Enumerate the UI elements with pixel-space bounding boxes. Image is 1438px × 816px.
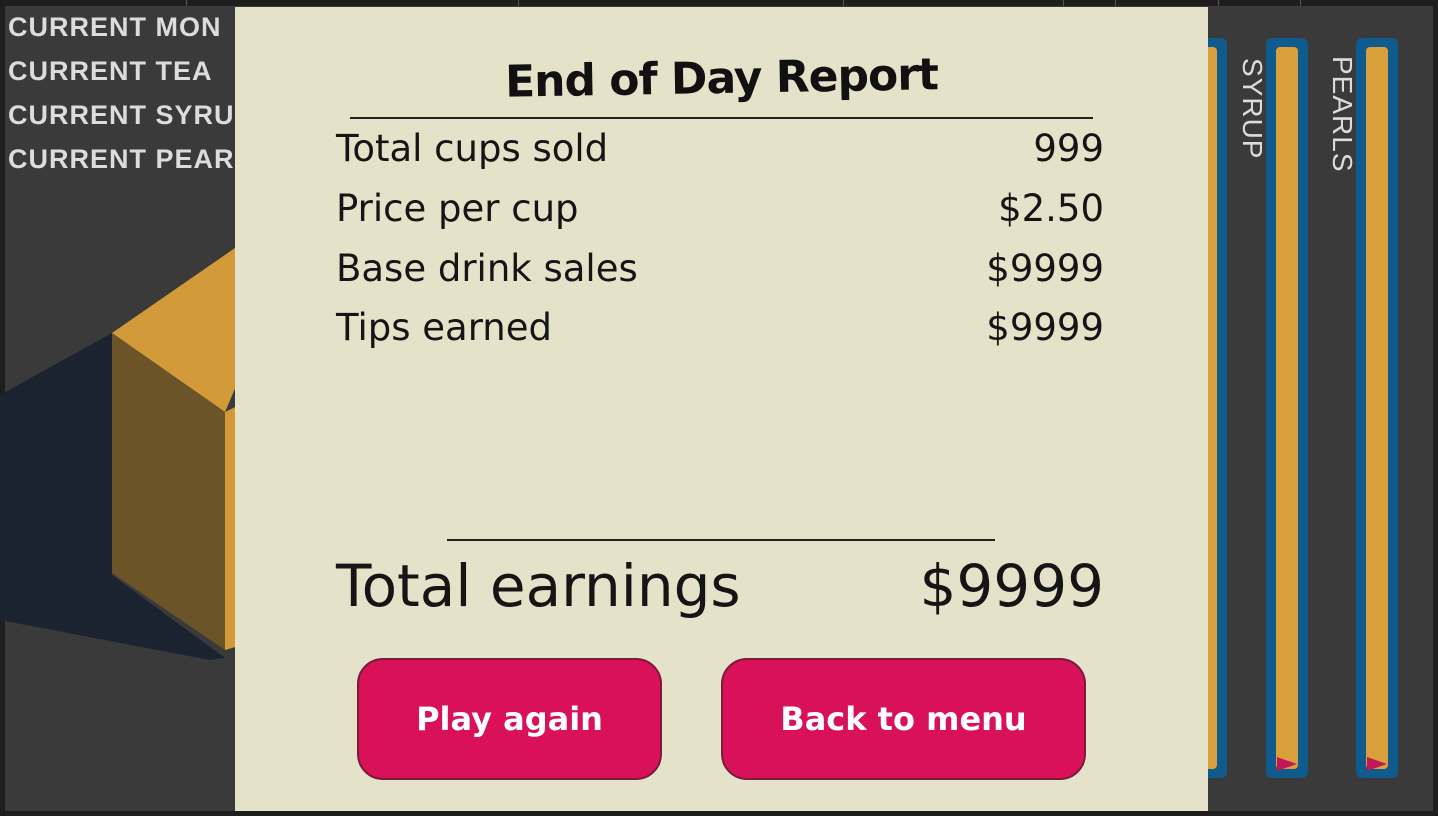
play-again-button[interactable]: Play again: [357, 658, 662, 780]
total-earnings-value: $9999: [919, 552, 1104, 620]
pearls-marker-icon: [1367, 757, 1387, 771]
row-value: $2.50: [998, 187, 1104, 230]
row-value: $9999: [986, 247, 1104, 290]
pearls-bar: [1356, 38, 1398, 778]
report-title: End of Day Report: [504, 49, 939, 108]
back-to-menu-button[interactable]: Back to menu: [721, 658, 1086, 780]
end-of-day-report-panel: End of Day Report Total cups sold 999 Pr…: [235, 7, 1208, 811]
cup-box-illustration: [0, 248, 260, 660]
syrup-label: SYRUP: [1237, 58, 1268, 160]
report-row: Price per cup $2.50: [336, 187, 1104, 230]
row-label: Price per cup: [336, 187, 579, 230]
divider: [1300, 0, 1301, 6]
total-earnings-row: Total earnings $9999: [336, 552, 1104, 620]
pearls-bar-fill: [1366, 47, 1388, 769]
row-label: Total cups sold: [336, 127, 609, 170]
divider: [1218, 0, 1219, 6]
syrup-bar: [1266, 38, 1308, 778]
divider: [518, 0, 519, 6]
total-divider: [447, 539, 995, 541]
divider: [1115, 0, 1116, 6]
syrup-bar-fill: [1276, 47, 1298, 769]
total-earnings-label: Total earnings: [336, 552, 741, 620]
pearls-label: PEARLS: [1327, 56, 1358, 173]
row-value: 999: [1033, 127, 1104, 170]
row-label: Base drink sales: [336, 247, 638, 290]
game-scene: [0, 0, 260, 816]
syrup-marker-icon: [1277, 757, 1297, 771]
row-label: Tips earned: [336, 306, 552, 349]
report-row: Base drink sales $9999: [336, 247, 1104, 290]
divider: [843, 0, 844, 6]
divider: [1063, 0, 1064, 6]
title-divider: [350, 117, 1093, 119]
report-row: Tips earned $9999: [336, 306, 1104, 349]
report-row: Total cups sold 999: [336, 127, 1104, 170]
row-value: $9999: [986, 306, 1104, 349]
